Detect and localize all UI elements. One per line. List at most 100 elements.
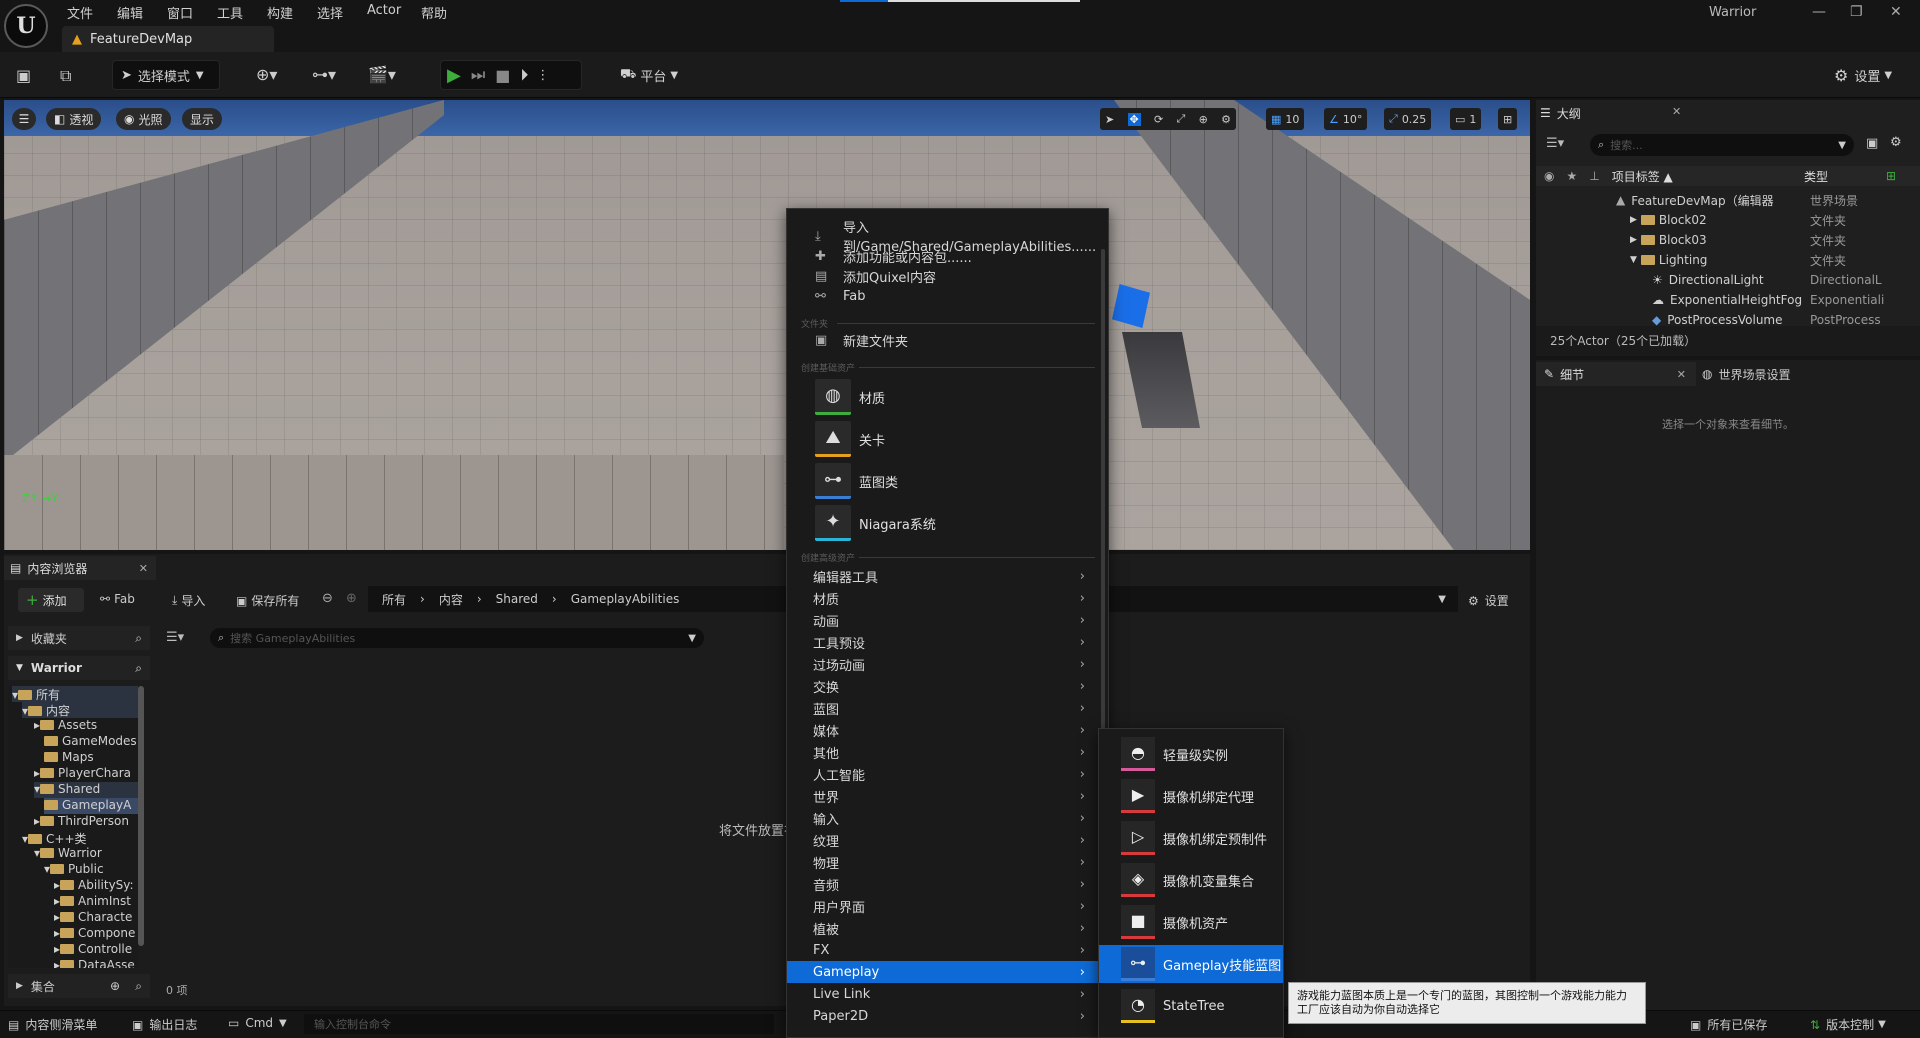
favorites-section[interactable]: ▶ 收藏夹 ⌕ (8, 626, 150, 650)
menu-item-animation[interactable]: 动画 › (787, 609, 1107, 631)
eye-icon[interactable]: ◉ (1544, 169, 1554, 183)
menu-help[interactable]: 帮助 (421, 3, 447, 22)
submenu-item[interactable]: ▶ 摄像机绑定代理 (1121, 777, 1281, 815)
scale-tool-icon[interactable]: ⤢ (1177, 112, 1186, 126)
submenu-item[interactable]: ■ 摄像机资产 (1121, 903, 1281, 941)
close-window-icon[interactable]: ✕ (1890, 4, 1902, 20)
outliner-row[interactable]: ▶ Block02 文件夹 (1536, 210, 1920, 230)
tree-item-selected[interactable]: GameplayA (44, 798, 138, 814)
menu-item-add-feature[interactable]: ✚ 添加功能或内容包...... (787, 245, 1107, 267)
tree-item[interactable]: ▾ Warrior (34, 846, 138, 862)
unreal-logo-icon[interactable]: U (4, 4, 48, 48)
menu-item-blueprint-class[interactable]: ⊶ 蓝图类 (815, 461, 1105, 501)
menu-item-interchange[interactable]: 交换 › (787, 675, 1107, 697)
new-folder-icon[interactable]: ▣ (1866, 136, 1878, 151)
move-tool-icon[interactable]: ✥ (1127, 112, 1141, 126)
submenu-item[interactable]: ◈ 摄像机变量集合 (1121, 861, 1281, 899)
all-saved-indicator[interactable]: ▣ 所有已保存 (1690, 1016, 1767, 1033)
add-column-icon[interactable]: ⊞ (1886, 169, 1896, 183)
cinematics-icon[interactable]: 🎬▾ (368, 65, 396, 84)
tree-item[interactable]: ▸ AbilitySy: (54, 878, 138, 894)
angle-snap-button[interactable]: ∠ 10° (1324, 108, 1368, 130)
content-drawer-button[interactable]: ▤ 内容侧滑菜单 (8, 1016, 97, 1033)
tree-item[interactable]: Maps (44, 750, 138, 766)
menu-item-gameplay[interactable]: Gameplay › (787, 961, 1107, 983)
tree-item[interactable]: ▾ 内容 (22, 702, 138, 718)
import-button[interactable]: ⤓ 导入 (172, 592, 205, 609)
submenu-item[interactable]: ◓ 轻量级实例 (1121, 735, 1281, 773)
filter-icon[interactable]: ☰▾ (166, 630, 184, 645)
menu-actor[interactable]: Actor (367, 3, 401, 18)
breadcrumb-item[interactable]: 所有 (382, 591, 406, 608)
world-space-icon[interactable]: ⊕ (1199, 113, 1208, 126)
menu-file[interactable]: 文件 (67, 3, 93, 22)
tree-item[interactable]: ▸ AnimInst (54, 894, 138, 910)
level-tab[interactable]: ▲ FeatureDevMap (62, 26, 274, 52)
menu-item-fx[interactable]: FX › (787, 939, 1107, 961)
menu-scrollbar[interactable] (1101, 249, 1105, 729)
menu-item-ai[interactable]: 人工智能 › (787, 763, 1107, 785)
level-viewport[interactable]: Z↑ →Y (4, 100, 1530, 550)
outliner-row[interactable]: ▶ Block03 文件夹 (1536, 230, 1920, 250)
menu-item-ui[interactable]: 用户界面 › (787, 895, 1107, 917)
tree-item[interactable]: ▾ Shared (34, 782, 138, 798)
add-collection-icon[interactable]: ⊕ (110, 979, 120, 993)
search-icon[interactable]: ⌕ (135, 661, 142, 676)
minimize-icon[interactable]: — (1812, 4, 1826, 20)
menu-item-quixel[interactable]: ▤ 添加Quixel内容 (787, 265, 1107, 287)
outliner-row[interactable]: ☀ DirectionalLight DirectionalL (1536, 270, 1920, 290)
scale-snap-button[interactable]: ⤢ 0.25 (1384, 108, 1432, 130)
back-icon[interactable]: ⊖ (322, 591, 333, 606)
camera-speed-button[interactable]: ▭ 1 (1450, 108, 1482, 130)
menu-edit[interactable]: 编辑 (117, 3, 143, 22)
outliner-search-input[interactable]: ⌕ 搜索... ▼ (1590, 134, 1854, 156)
submenu-item[interactable]: ◔ StateTree (1121, 987, 1281, 1025)
add-button[interactable]: + 添加 (18, 588, 84, 612)
step-icon[interactable]: ⏭ (471, 65, 485, 85)
details-tab[interactable]: ✎ 细节 ✕ (1536, 362, 1696, 386)
tree-item[interactable]: ▾ 所有 (12, 686, 138, 702)
breadcrumb-item[interactable]: GameplayAbilities (571, 592, 680, 606)
tree-item[interactable]: ▸ Compone (54, 926, 138, 942)
version-control-button[interactable]: ⇅ 版本控制 ▼ (1810, 1016, 1886, 1033)
outliner-row[interactable]: ▲ FeatureDevMap（编辑器 世界场景 (1536, 190, 1920, 210)
menu-item-new-folder[interactable]: ▣ 新建文件夹 (787, 329, 1107, 351)
outliner-row[interactable]: ▼ Lighting 文件夹 (1536, 250, 1920, 270)
menu-item-import[interactable]: ⤓ 导入到/Game/Shared/GameplayAbilities...... (787, 221, 1107, 255)
viewport-menu-icon[interactable]: ☰ (12, 108, 36, 130)
cb-settings-button[interactable]: ⚙ 设置 (1468, 592, 1509, 609)
menu-window[interactable]: 窗口 (167, 3, 193, 22)
search-icon[interactable]: ⌕ (135, 979, 142, 994)
tree-item[interactable]: ▸ PlayerChara (34, 766, 138, 782)
tree-item[interactable]: ▸ Assets (34, 718, 138, 734)
submenu-item[interactable]: ▷ 摄像机绑定预制件 (1121, 819, 1281, 857)
settings-button[interactable]: ⚙ 设置 ▼ (1826, 60, 1912, 90)
platform-button[interactable]: ⛟ 平台 ▼ (612, 60, 692, 90)
collapse-icon[interactable]: ▼ (1630, 255, 1637, 265)
menu-item-physics[interactable]: 物理 › (787, 851, 1107, 873)
tree-item[interactable]: ▾ Public (44, 862, 138, 878)
menu-item-audio[interactable]: 音频 › (787, 873, 1107, 895)
tree-item[interactable]: GameModes (44, 734, 138, 750)
add-actor-icon[interactable]: ⊕▾ (256, 65, 277, 84)
tree-item[interactable]: ▾ C++类 (22, 830, 138, 846)
menu-item-paper2d[interactable]: Paper2D › (787, 1005, 1107, 1027)
rotate-tool-icon[interactable]: ⟳ (1154, 113, 1163, 126)
output-log-button[interactable]: ▣ 输出日志 (132, 1016, 197, 1033)
close-icon[interactable]: ✕ (1672, 105, 1681, 118)
filter-icon[interactable]: ☰▾ (1546, 136, 1564, 151)
menu-item-live-link[interactable]: Live Link › (787, 983, 1107, 1005)
menu-item-input[interactable]: 输入 › (787, 807, 1107, 829)
launch-icon[interactable]: ⏵ (520, 65, 528, 85)
console-input[interactable]: 输入控制台命令 (304, 1014, 774, 1034)
menu-item-misc[interactable]: 其他 › (787, 741, 1107, 763)
tree-item[interactable]: ▸ Characte (54, 910, 138, 926)
layout-icon[interactable]: ⊞ (1498, 108, 1518, 130)
menu-tools[interactable]: 工具 (217, 3, 243, 22)
select-mode-dropdown[interactable]: ➤ 选择模式 ▼ (112, 60, 220, 90)
menu-item-level[interactable]: ⛰ 关卡 (815, 419, 1105, 459)
save-icon[interactable]: ▣ (16, 66, 31, 85)
menu-item-material[interactable]: ◍ 材质 (815, 377, 1105, 417)
perspective-button[interactable]: ◧ 透视 (46, 108, 102, 130)
cmd-dropdown[interactable]: ▭ Cmd ▼ (228, 1016, 287, 1030)
